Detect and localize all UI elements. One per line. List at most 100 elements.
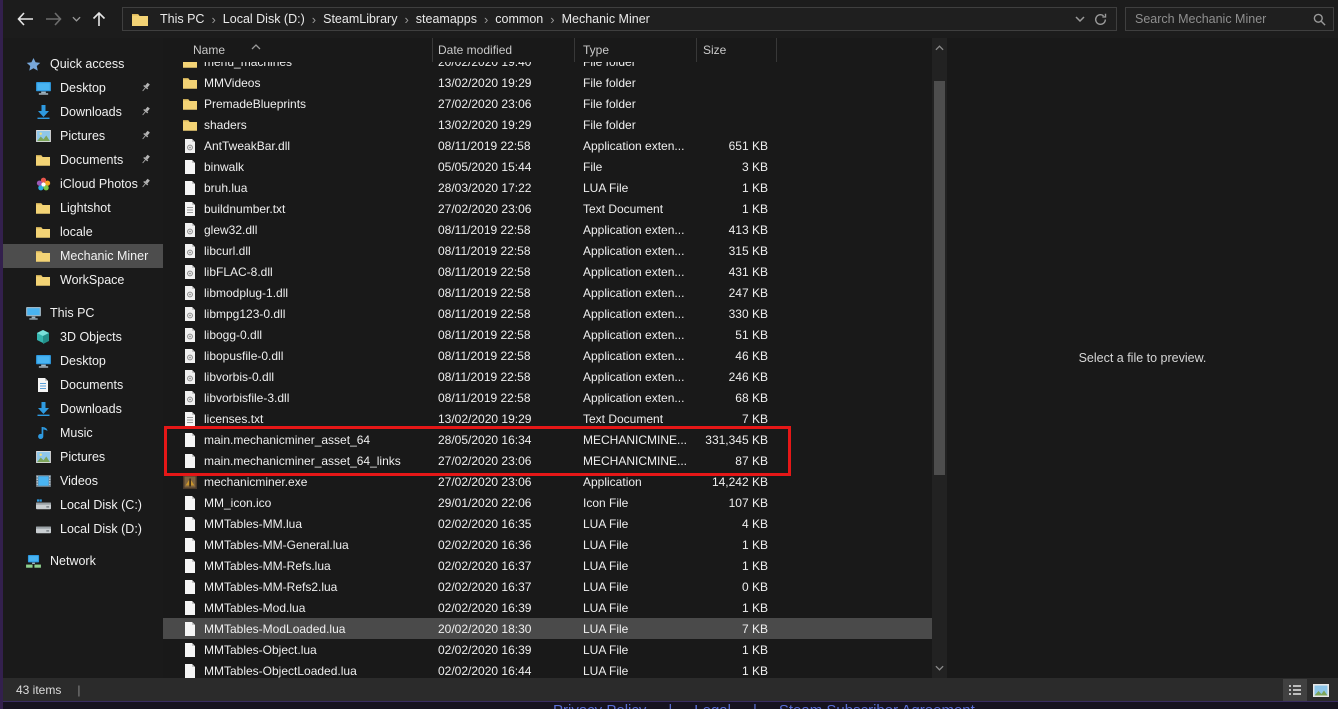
file-row-menu-machines[interactable]: menu_machines 20/02/2020 19:40File folder xyxy=(163,62,932,72)
sidebar-item-downloads[interactable]: Downloads xyxy=(0,100,163,124)
breadcrumb-segment-mechanic-miner[interactable]: Mechanic Miner xyxy=(555,12,657,26)
footer-link-steam-subscriber-agreement[interactable]: Steam Subscriber Agreement xyxy=(779,703,975,709)
file-row-anttweakbar-dll[interactable]: AntTweakBar.dll 08/11/2019 22:58 Applicati… xyxy=(163,135,932,156)
column-header-name[interactable]: Name xyxy=(163,38,433,62)
breadcrumb-segment-steamapps[interactable]: steamapps xyxy=(409,12,484,26)
sidebar-item-local-disk-c[interactable]: Local Disk (C:) xyxy=(0,493,163,517)
file-row-libopusfile-0-dll[interactable]: libopusfile-0.dll 08/11/2019 22:58 Applica… xyxy=(163,345,932,366)
footer-link-legal[interactable]: Legal xyxy=(694,703,731,709)
file-name: libopusfile-0.dll xyxy=(204,348,284,363)
scroll-down-icon[interactable] xyxy=(932,660,947,676)
breadcrumb-segment-common[interactable]: common xyxy=(488,12,550,26)
scroll-up-icon[interactable] xyxy=(932,40,947,56)
sidebar-item-downloads[interactable]: Downloads xyxy=(0,397,163,421)
file-row-libvorbis-0-dll[interactable]: libvorbis-0.dll 08/11/2019 22:58 Applicati… xyxy=(163,366,932,387)
folder-icon xyxy=(34,226,52,238)
refresh-icon[interactable] xyxy=(1090,13,1110,26)
file-row-libogg-0-dll[interactable]: libogg-0.dll 08/11/2019 22:58 Application … xyxy=(163,324,932,345)
file-row-mmtables-objectloaded-lua[interactable]: MMTables-ObjectLoaded.lua 02/02/2020 16:4… xyxy=(163,660,932,678)
scrollbar-thumb[interactable] xyxy=(934,81,945,475)
file-row-buildnumber-txt[interactable]: buildnumber.txt 27/02/2020 23:06 Text Docu… xyxy=(163,198,932,219)
sidebar-item-network[interactable]: Network xyxy=(0,549,163,573)
file-row-libflac-8-dll[interactable]: libFLAC-8.dll 08/11/2019 22:58 Application… xyxy=(163,261,932,282)
file-icon xyxy=(183,453,197,468)
file-row-libmodplug-1-dll[interactable]: libmodplug-1.dll 08/11/2019 22:58 Applicat… xyxy=(163,282,932,303)
file-row-mm-icon-ico[interactable]: MM_icon.ico 29/01/2020 22:06 Icon File 107 … xyxy=(163,492,932,513)
column-header-size[interactable]: Size xyxy=(697,38,777,62)
folder-icon xyxy=(183,62,197,68)
sidebar-item-icloud-photos[interactable]: iCloud Photos xyxy=(0,172,163,196)
breadcrumb-segment-this-pc[interactable]: This PC xyxy=(153,12,211,26)
file-type-cell: Application exten... xyxy=(583,222,685,237)
file-row-libmpg123-0-dll[interactable]: libmpg123-0.dll 08/11/2019 22:58 Applicati… xyxy=(163,303,932,324)
file-date-cell: 27/02/2020 23:06 xyxy=(438,96,532,111)
address-dropdown-chevron-icon[interactable] xyxy=(1070,16,1090,22)
file-row-glew32-dll[interactable]: glew32.dll 08/11/2019 22:58 Application ex… xyxy=(163,219,932,240)
search-icon[interactable] xyxy=(1313,13,1326,26)
file-size-cell: 1 KB xyxy=(741,537,768,552)
file-row-main-mechanicminer-asset-64[interactable]: main.mechanicminer_asset_64 28/05/2020 16… xyxy=(163,429,932,450)
file-row-mmtables-mm-lua[interactable]: MMTables-MM.lua 02/02/2020 16:35 LUA File 4… xyxy=(163,513,932,534)
recent-locations-chevron[interactable] xyxy=(68,6,84,32)
sidebar-item-lightshot[interactable]: Lightshot xyxy=(0,196,163,220)
sidebar-item-documents[interactable]: Documents xyxy=(0,148,163,172)
file-type-cell: LUA File xyxy=(583,621,629,636)
file-row-mmtables-mm-refs2-lua[interactable]: MMTables-MM-Refs2.lua 02/02/2020 16:37 LUA… xyxy=(163,576,932,597)
sidebar-item-music[interactable]: Music xyxy=(0,421,163,445)
search-box[interactable] xyxy=(1125,7,1334,31)
thumbnail-view-button[interactable] xyxy=(1309,679,1333,701)
details-view-button[interactable] xyxy=(1283,679,1307,701)
vertical-scrollbar[interactable] xyxy=(932,38,947,678)
sidebar-item-videos[interactable]: Videos xyxy=(0,469,163,493)
address-bar[interactable]: This PC › Local Disk (D:) › SteamLibrary › ste… xyxy=(122,7,1117,31)
file-date-cell: 08/11/2019 22:58 xyxy=(438,306,531,321)
file-size-cell: 431 KB xyxy=(728,264,768,279)
file-size-cell: 68 KB xyxy=(735,390,768,405)
sidebar-item-desktop[interactable]: Desktop xyxy=(0,349,163,373)
sidebar-item-desktop[interactable]: Desktop xyxy=(0,76,163,100)
file-name: buildnumber.txt xyxy=(204,201,286,216)
search-input[interactable] xyxy=(1133,11,1313,27)
file-row-shaders[interactable]: shaders 13/02/2020 19:29 File folder xyxy=(163,114,932,135)
file-name: main.mechanicminer_asset_64 xyxy=(204,432,371,447)
breadcrumb-segment-local-disk-d[interactable]: Local Disk (D:) xyxy=(216,12,312,26)
sidebar-item-documents[interactable]: Documents xyxy=(0,373,163,397)
column-header-date-modified[interactable]: Date modified xyxy=(433,38,575,62)
sidebar-item-pictures[interactable]: Pictures xyxy=(0,124,163,148)
file-row-mmtables-mm-general-lua[interactable]: MMTables-MM-General.lua 02/02/2020 16:36 L… xyxy=(163,534,932,555)
sidebar-item-workspace[interactable]: WorkSpace xyxy=(0,268,163,292)
file-name: libmpg123-0.dll xyxy=(204,306,286,321)
file-row-mmtables-object-lua[interactable]: MMTables-Object.lua 02/02/2020 16:39 LUA F… xyxy=(163,639,932,660)
file-row-mmvideos[interactable]: MMVideos 13/02/2020 19:29 File folder xyxy=(163,72,932,93)
footer-link-privacy-policy[interactable]: Privacy Policy xyxy=(553,703,646,709)
sidebar-item-3d-objects[interactable]: 3D Objects xyxy=(0,325,163,349)
sidebar-item-quick-access[interactable]: Quick access xyxy=(0,52,163,76)
file-name: MMTables-Mod.lua xyxy=(204,600,306,615)
sidebar-item-local-disk-d[interactable]: Local Disk (D:) xyxy=(0,517,163,541)
sidebar-item-pictures[interactable]: Pictures xyxy=(0,445,163,469)
file-row-main-mechanicminer-asset-64-links[interactable]: main.mechanicminer_asset_64_links 27/02/2… xyxy=(163,450,932,471)
file-row-libvorbisfile-3-dll[interactable]: libvorbisfile-3.dll 08/11/2019 22:58 Appli… xyxy=(163,387,932,408)
file-icon xyxy=(183,642,197,657)
sort-ascending-icon[interactable] xyxy=(251,39,261,53)
file-row-mechanicminer-exe[interactable]: mechanicminer.exe 27/02/2020 23:06 Applica… xyxy=(163,471,932,492)
file-name: mechanicminer.exe xyxy=(204,474,308,489)
file-row-libcurl-dll[interactable]: libcurl.dll 08/11/2019 22:58 Application e… xyxy=(163,240,932,261)
up-button[interactable] xyxy=(86,6,112,32)
file-row-binwalk[interactable]: binwalk 05/05/2020 15:44 File 3 KB xyxy=(163,156,932,177)
file-type-cell: Application exten... xyxy=(583,369,685,384)
forward-button[interactable] xyxy=(40,6,66,32)
file-row-licenses-txt[interactable]: licenses.txt 13/02/2020 19:29 Text Documen… xyxy=(163,408,932,429)
sidebar-item-mechanic-miner[interactable]: Mechanic Miner xyxy=(0,244,163,268)
sidebar-item-this-pc[interactable]: This PC xyxy=(0,301,163,325)
file-row-premadeblueprints[interactable]: PremadeBlueprints 27/02/2020 23:06 File fo… xyxy=(163,93,932,114)
breadcrumb-segment-steamlibrary[interactable]: SteamLibrary xyxy=(316,12,404,26)
file-type-cell: Application exten... xyxy=(583,327,685,342)
file-row-mmtables-modloaded-lua[interactable]: MMTables-ModLoaded.lua 20/02/2020 18:30 LU… xyxy=(163,618,932,639)
file-row-mmtables-mm-refs-lua[interactable]: MMTables-MM-Refs.lua 02/02/2020 16:37 LUA … xyxy=(163,555,932,576)
file-row-bruh-lua[interactable]: bruh.lua 28/03/2020 17:22 LUA File 1 KB xyxy=(163,177,932,198)
column-header-type[interactable]: Type xyxy=(575,38,697,62)
back-button[interactable] xyxy=(12,6,38,32)
sidebar-item-locale[interactable]: locale xyxy=(0,220,163,244)
file-row-mmtables-mod-lua[interactable]: MMTables-Mod.lua 02/02/2020 16:39 LUA File… xyxy=(163,597,932,618)
